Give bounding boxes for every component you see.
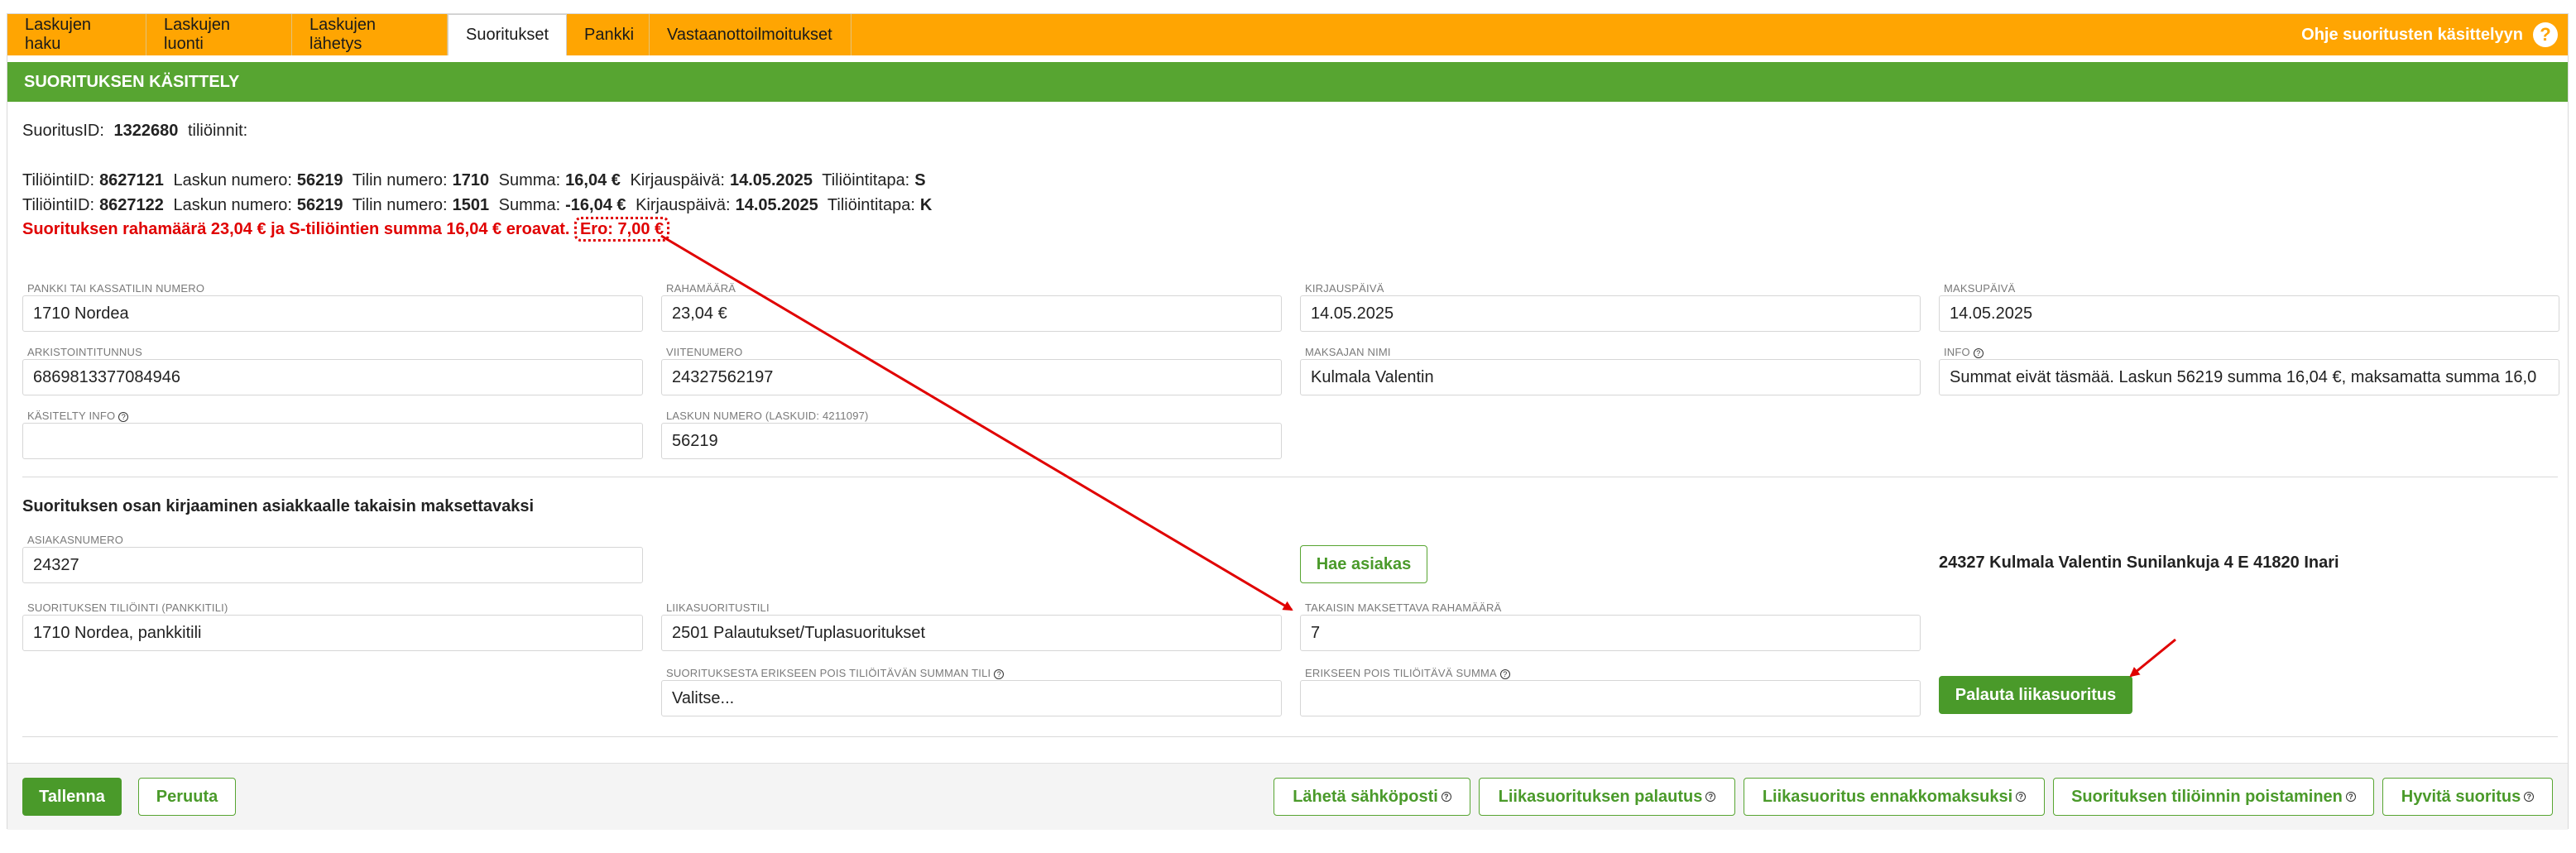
return-overpayment-button[interactable]: Palauta liikasuoritus <box>1939 676 2132 714</box>
payment-id-label: SuoritusID: <box>22 122 104 140</box>
help-link[interactable]: Ohje suoritusten käsittelyyn ? <box>2301 14 2558 55</box>
credit-payment-button[interactable]: Hyvitä suoritus? <box>2382 778 2553 816</box>
booking-date-input[interactable]: 14.05.2025 <box>1300 295 1921 332</box>
help-icon: ? <box>2533 22 2558 47</box>
tab-invoice-search[interactable]: Laskujen haku <box>7 14 146 55</box>
send-email-help-icon: ? <box>1441 792 1451 802</box>
tab-bank[interactable]: Pankki <box>567 14 650 55</box>
payment-id-line: SuoritusID: 1322680 tiliöinnit: <box>22 122 252 141</box>
handled-info-help-icon[interactable]: ? <box>118 411 129 422</box>
archive-id-input[interactable]: 6869813377084946 <box>22 359 643 395</box>
reference-number-input[interactable]: 24327562197 <box>661 359 1282 395</box>
divider <box>22 736 2558 737</box>
overpayment-account-input[interactable]: 2501 Palautukset/Tuplasuoritukset <box>661 615 1282 651</box>
separate-amount-help-icon[interactable]: ? <box>1499 669 1510 679</box>
postings-label: tiliöinnit: <box>187 122 248 140</box>
info-help-icon[interactable]: ? <box>1973 347 1984 358</box>
tab-invoice-sending[interactable]: Laskujen lähetys <box>292 14 448 55</box>
remove-posting-button[interactable]: Suorituksen tiliöinnin poistaminen? <box>2053 778 2374 816</box>
footer-toolbar: Tallenna Peruuta Lähetä sähköposti? Liik… <box>7 763 2568 830</box>
section-title: SUORITUKSEN KÄSITTELY <box>7 62 2568 102</box>
difference-highlight: Ero: 7,00 € <box>573 217 670 242</box>
payer-name-input[interactable]: Kulmala Valentin <box>1300 359 1921 395</box>
payment-date-input[interactable]: 14.05.2025 <box>1939 295 2559 332</box>
payment-processing-window: Laskujen haku Laskujen luonti Laskujen l… <box>7 13 2569 830</box>
remove-posting-help-icon: ? <box>2345 792 2356 802</box>
send-email-button[interactable]: Lähetä sähköposti? <box>1274 778 1470 816</box>
tab-invoice-creation[interactable]: Laskujen luonti <box>146 14 292 55</box>
payment-id-value: 1322680 <box>113 122 179 140</box>
save-button[interactable]: Tallenna <box>22 778 122 816</box>
advance-payment-button[interactable]: Liikasuoritus ennakkomaksuksi? <box>1744 778 2045 816</box>
refund-amount-input[interactable]: 7 <box>1300 615 1921 651</box>
credit-payment-help-icon: ? <box>2524 792 2535 802</box>
posting-row-1: TiliöintiID: 8627121 Laskun numero: 56219 … <box>22 171 926 189</box>
overpayment-return-help-icon: ? <box>1705 792 1716 802</box>
customer-number-input[interactable]: 24327 <box>22 547 643 583</box>
annotation-arrows <box>660 234 2176 678</box>
overpayment-return-button[interactable]: Liikasuorituksen palautus? <box>1479 778 1735 816</box>
posting-row-2: TiliöintiID: 8627122 Laskun numero: 56219 … <box>22 196 933 214</box>
info-input[interactable]: Summat eivät täsmää. Laskun 56219 summa … <box>1939 359 2559 395</box>
separate-account-help-icon[interactable]: ? <box>994 669 1005 679</box>
warning-text: Suorituksen rahamäärä 23,04 € ja S-tiliö… <box>22 220 570 238</box>
fetch-customer-button[interactable]: Hae asiakas <box>1300 545 1427 583</box>
refund-section-title: Suorituksen osan kirjaaminen asiakkaalle… <box>22 497 535 515</box>
separate-account-select[interactable]: Valitse... <box>661 680 1282 716</box>
separate-amount-input[interactable] <box>1300 680 1921 716</box>
amount-input[interactable]: 23,04 € <box>661 295 1282 332</box>
tab-payments[interactable]: Suoritukset <box>448 14 567 55</box>
arrow-to-return-button <box>2129 638 2176 678</box>
tab-receipt-notices[interactable]: Vastaanottoilmoitukset <box>650 14 851 55</box>
payment-account-input[interactable]: 1710 Nordea, pankkitili <box>22 615 643 651</box>
cancel-button[interactable]: Peruuta <box>138 778 236 816</box>
customer-info: 24327 Kulmala Valentin Sunilankuja 4 E 4… <box>1939 553 2339 572</box>
invoice-number-input[interactable]: 56219 <box>661 423 1282 459</box>
main-tab-bar: Laskujen haku Laskujen luonti Laskujen l… <box>7 14 2568 55</box>
handled-info-input[interactable] <box>22 423 643 459</box>
advance-payment-help-icon: ? <box>2016 792 2027 802</box>
amount-mismatch-warning: Suorituksen rahamäärä 23,04 € ja S-tiliö… <box>22 217 670 242</box>
help-link-label: Ohje suoritusten käsittelyyn <box>2301 25 2523 44</box>
bank-account-input[interactable]: 1710 Nordea <box>22 295 643 332</box>
